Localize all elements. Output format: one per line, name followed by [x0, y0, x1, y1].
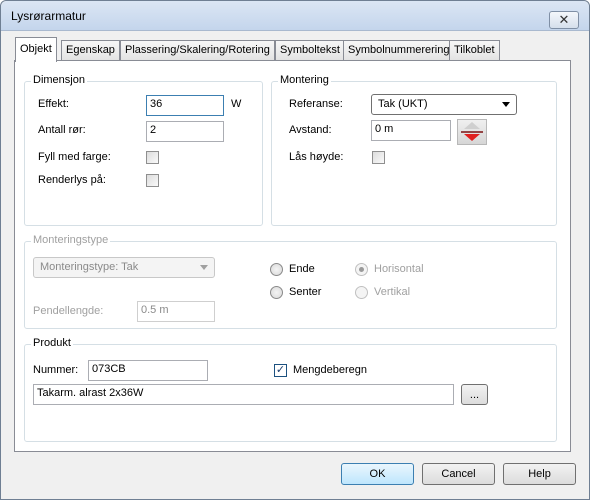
title-bar[interactable]: Lysrørarmatur ✕ — [1, 1, 589, 31]
ende-radio[interactable] — [270, 263, 283, 276]
tab-symboltekst[interactable]: Symboltekst — [275, 40, 345, 60]
chevron-down-icon — [502, 102, 510, 107]
las-label: Lås høyde: — [289, 151, 344, 163]
up-down-arrow-icon[interactable] — [457, 119, 487, 145]
senter-label: Senter — [289, 286, 322, 298]
horisontal-label: Horisontal — [374, 263, 424, 275]
tab-label: Symbolnummerering — [348, 44, 450, 56]
mengde-checkbox[interactable]: ✓ — [274, 364, 287, 377]
tab-label: Egenskap — [66, 44, 115, 56]
avstand-label: Avstand: — [289, 124, 332, 136]
dimensjon-group: Dimensjon Effekt: 36 W Antall rør: 2 Fyl… — [24, 74, 263, 226]
produkt-group: Produkt Nummer: 073CB ✓ Mengdeberegn Tak… — [24, 337, 557, 442]
produkt-desc-input[interactable]: Takarm. alrast 2x36W — [33, 384, 454, 405]
effekt-input[interactable]: 36 — [146, 95, 224, 116]
fyll-checkbox[interactable] — [146, 151, 159, 164]
las-checkbox[interactable] — [372, 151, 385, 164]
pendel-label: Pendellengde: — [33, 305, 104, 317]
window-title: Lysrørarmatur — [11, 9, 86, 23]
help-button[interactable]: Help — [503, 463, 576, 485]
antall-label: Antall rør: — [38, 124, 86, 136]
effekt-unit: W — [231, 98, 242, 110]
dialog-window: Lysrørarmatur ✕ Objekt Egenskap Plasseri… — [0, 0, 590, 500]
referanse-label: Referanse: — [289, 98, 343, 110]
nummer-label: Nummer: — [33, 364, 79, 376]
renderlys-label: Renderlys på: — [38, 174, 106, 186]
monteringstype-group: Monteringstype Monteringstype: Tak Ende … — [24, 234, 557, 329]
dimensjon-title: Dimensjon — [31, 74, 87, 86]
tab-panel-objekt: Dimensjon Effekt: 36 W Antall rør: 2 Fyl… — [14, 60, 571, 452]
produkt-title: Produkt — [31, 337, 73, 349]
renderlys-checkbox[interactable] — [146, 174, 159, 187]
tab-objekt[interactable]: Objekt — [15, 37, 57, 62]
tab-label: Symboltekst — [280, 44, 340, 56]
ok-button[interactable]: OK — [341, 463, 414, 485]
effekt-label: Effekt: — [38, 98, 69, 110]
horisontal-radio[interactable] — [355, 263, 368, 276]
referanse-value: Tak (UKT) — [378, 98, 428, 110]
pendel-input[interactable]: 0.5 m — [137, 301, 215, 322]
tab-label: Objekt — [20, 43, 52, 55]
nummer-input[interactable]: 073CB — [88, 360, 208, 381]
close-icon: ✕ — [558, 12, 570, 27]
close-button[interactable]: ✕ — [549, 11, 579, 29]
antall-input[interactable]: 2 — [146, 121, 224, 142]
up-down-arrow-svg — [461, 122, 483, 141]
mengde-label: Mengdeberegn — [293, 364, 368, 376]
tab-symbolnummerering[interactable]: Symbolnummerering — [343, 40, 455, 60]
cancel-button[interactable]: Cancel — [422, 463, 495, 485]
dialog-client: Objekt Egenskap Plassering/Skalering/Rot… — [7, 32, 583, 493]
monteringstype-value: Monteringstype: Tak — [40, 261, 139, 273]
montering-title: Montering — [278, 74, 331, 86]
vertikal-radio[interactable] — [355, 286, 368, 299]
chevron-down-icon — [200, 265, 208, 270]
tab-tilkoblet[interactable]: Tilkoblet — [449, 40, 500, 60]
avstand-input[interactable]: 0 m — [371, 120, 451, 141]
tab-label: Plassering/Skalering/Rotering — [125, 44, 270, 56]
tab-label: Tilkoblet — [454, 44, 495, 56]
referanse-select[interactable]: Tak (UKT) — [371, 94, 517, 115]
tab-plassering[interactable]: Plassering/Skalering/Rotering — [120, 40, 275, 60]
monteringstype-select[interactable]: Monteringstype: Tak — [33, 257, 215, 278]
tab-egenskap[interactable]: Egenskap — [61, 40, 120, 60]
montering-group: Montering Referanse: Tak (UKT) Avstand: … — [271, 74, 557, 226]
monteringstype-title: Monteringstype — [31, 234, 111, 246]
ende-label: Ende — [289, 263, 315, 275]
senter-radio[interactable] — [270, 286, 283, 299]
browse-button[interactable]: ... — [461, 384, 488, 405]
vertikal-label: Vertikal — [374, 286, 411, 298]
fyll-label: Fyll med farge: — [38, 151, 111, 163]
